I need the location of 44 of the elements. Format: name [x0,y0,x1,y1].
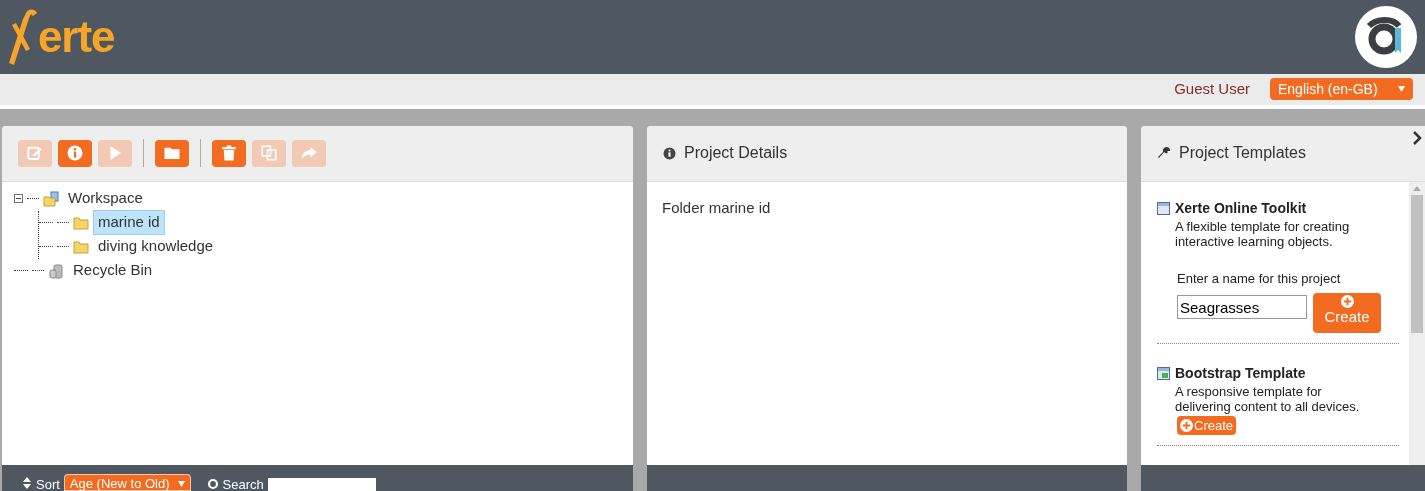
wrench-x-icon [8,7,38,67]
copy-icon [260,144,278,162]
search-label: Search [222,478,264,491]
pencil-icon [26,144,44,162]
folder-icon [73,215,89,230]
tree-item[interactable]: marine id [93,210,165,235]
project-name-label: Enter a name for this project [1177,269,1342,288]
panel-title: Project Templates [1179,143,1306,163]
sort-icon [22,477,32,489]
delete-button[interactable] [212,139,246,167]
wrench-icon [1157,146,1171,160]
scroll-up-icon[interactable] [1413,185,1421,191]
dropdown-arrow-icon [177,481,185,487]
info-icon [663,146,676,160]
details-text: Folder marine id [662,198,771,216]
search-field[interactable] [267,478,376,491]
recycle-bin-icon [48,262,64,279]
sort-label: Sort [36,478,60,491]
dropdown-arrow-icon [1398,86,1405,93]
search-icon [206,478,219,490]
template-name: Bootstrap Template [1175,364,1306,383]
plus-circle-icon [1180,419,1193,432]
template-description: A responsive template for delivering content to all devices. [1175,384,1361,414]
project-name-field[interactable]: Seagrasses [1177,295,1307,319]
template-icon [1157,201,1170,215]
tree-item[interactable]: Recycle Bin [68,258,158,283]
template-description: A flexible template for creating interactive learning objects. [1175,218,1351,249]
panel-title: Project Details [684,143,788,163]
plus-circle-icon [1340,295,1354,308]
logo-text: erte [38,15,115,59]
template-icon [1157,367,1170,380]
trash-icon [220,144,238,162]
workspace-folder-icon [43,190,59,207]
collapse-toggle[interactable] [14,194,23,203]
info-icon [66,144,84,162]
tree-item[interactable]: diving knowledge [93,234,219,259]
folder-button[interactable] [155,139,189,167]
tree-item[interactable]: Workspace [63,186,148,211]
info-button[interactable] [58,139,92,167]
logo-icon [1355,6,1417,68]
scrollbar[interactable] [1409,181,1425,465]
template-name: Xerte Online Toolkit [1175,198,1307,218]
folder-icon [73,239,89,254]
user-name: Guest User [1174,79,1250,99]
